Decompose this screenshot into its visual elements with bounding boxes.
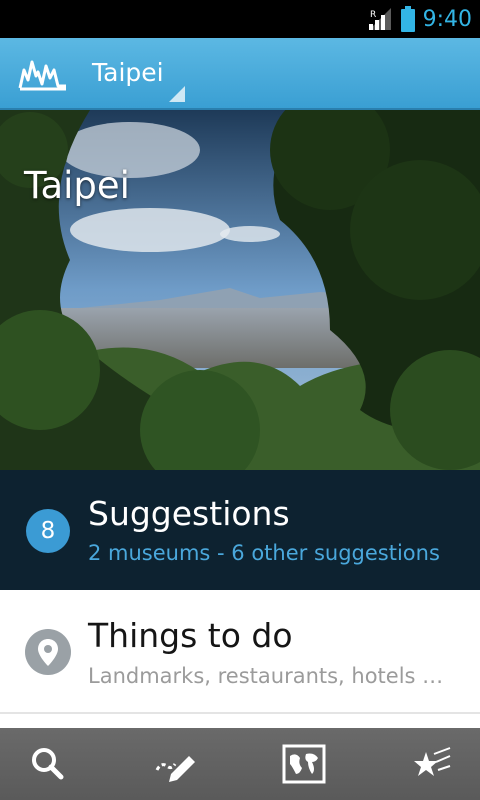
status-icons: R 9:40 [367,0,472,38]
things-to-do-title: Things to do [88,616,293,655]
battery-icon [400,6,415,32]
spinner-arrow-icon [169,86,185,102]
map-icon [282,744,326,784]
hero-title: Taipei [24,164,130,207]
favorites-tab[interactable] [392,728,472,800]
hero-image: Taipei [0,110,480,470]
app-logo-icon[interactable] [18,56,70,92]
city-spinner-label: Taipei [92,58,164,87]
suggestions-title: Suggestions [88,494,290,533]
roaming-indicator: R [370,10,376,20]
status-bar: R 9:40 [0,0,480,38]
bottom-toolbar [0,728,480,800]
signal-icon: R [368,8,391,30]
suggestions-subtitle: 2 museums - 6 other suggestions [88,541,440,565]
search-icon [32,748,64,780]
city-spinner[interactable]: Taipei [92,48,188,104]
action-bar: Taipei [0,38,480,110]
map-tab[interactable] [264,728,344,800]
location-pin-icon [25,629,71,675]
status-time: 9:40 [422,6,472,32]
things-to-do-subtitle: Landmarks, restaurants, hotels … [88,664,444,688]
edit-icon [155,756,195,782]
suggestions-count-badge: 8 [26,509,70,553]
edit-tab[interactable] [136,728,216,800]
search-tab[interactable] [8,728,88,800]
favorites-icon [414,747,451,776]
